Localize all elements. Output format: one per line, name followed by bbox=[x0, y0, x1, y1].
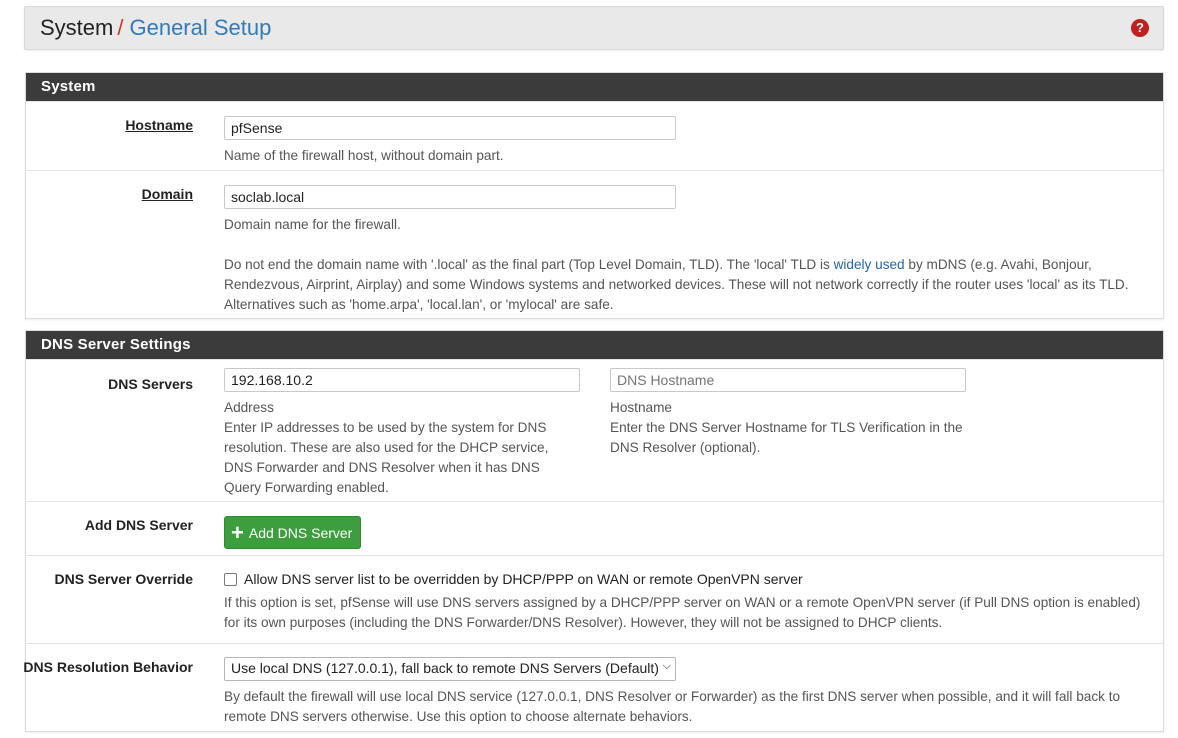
plus-icon: + bbox=[231, 519, 244, 545]
dns-override-help: If this option is set, pfSense will use … bbox=[224, 595, 1141, 630]
dns-hostname-input[interactable] bbox=[610, 368, 966, 392]
domain-input[interactable] bbox=[224, 185, 676, 209]
dns-panel: DNS Server Settings DNS Servers Address … bbox=[23, 330, 1164, 732]
dns-hostname-caption: Hostname bbox=[610, 400, 672, 415]
system-panel: System Hostname Name of the firewall hos… bbox=[25, 72, 1164, 319]
dns-address-column: Address Enter IP addresses to be used by… bbox=[224, 368, 580, 498]
dns-override-option: Allow DNS server list to be overridden b… bbox=[224, 571, 1155, 587]
breadcrumb: System / General Setup bbox=[40, 15, 271, 41]
dns-override-row: DNS Server Override Allow DNS server lis… bbox=[26, 555, 1163, 643]
hostname-input[interactable] bbox=[224, 116, 676, 140]
breadcrumb-separator: / bbox=[117, 15, 124, 40]
add-dns-row: Add DNS Server + Add DNS Server bbox=[26, 501, 1163, 555]
breadcrumb-root[interactable]: System bbox=[40, 15, 113, 40]
dns-override-checkbox-label[interactable]: Allow DNS server list to be overridden b… bbox=[244, 571, 803, 587]
dns-address-caption: Address bbox=[224, 400, 274, 415]
general-setup-page: System/General Setup ? System Hostname N… bbox=[0, 0, 1178, 738]
chevron-down-icon: ⌵ bbox=[662, 660, 671, 672]
add-dns-label: Add DNS Server bbox=[84, 517, 193, 533]
dns-hostname-help: Enter the DNS Server Hostname for TLS Ve… bbox=[610, 420, 963, 455]
dns-servers-label: DNS Servers bbox=[108, 376, 193, 392]
add-dns-server-button-label: Add DNS Server bbox=[248, 524, 353, 541]
hostname-help: Name of the firewall host, without domai… bbox=[224, 148, 504, 163]
dns-override-checkbox[interactable] bbox=[224, 572, 237, 586]
hostname-row: Hostname Name of the firewall host, with… bbox=[26, 101, 1163, 170]
system-panel-title: System bbox=[26, 73, 1163, 101]
domain-row: Domain Domain name for the firewall. Do … bbox=[26, 170, 1163, 318]
dns-address-input[interactable] bbox=[224, 368, 580, 392]
dns-resolution-row: DNS Resolution Behavior Use local DNS (1… bbox=[23, 643, 1163, 731]
breadcrumb-bar: System / General Setup ? bbox=[24, 6, 1164, 50]
add-dns-server-button[interactable]: + Add DNS Server bbox=[224, 516, 362, 549]
dns-resolution-selected: Use local DNS (127.0.0.1), fall back to … bbox=[231, 660, 659, 676]
domain-help: Domain name for the firewall. bbox=[224, 217, 401, 232]
dns-resolution-select[interactable]: Use local DNS (127.0.0.1), fall back to … bbox=[224, 657, 676, 681]
help-icon[interactable]: ? bbox=[1131, 19, 1149, 37]
breadcrumb-current[interactable]: General Setup bbox=[129, 15, 271, 40]
hostname-label[interactable]: Hostname bbox=[125, 117, 193, 133]
dns-resolution-help: By default the firewall will use local D… bbox=[224, 689, 1121, 724]
dns-address-help: Enter IP addresses to be used by the sys… bbox=[224, 420, 549, 495]
domain-note: Do not end the domain name with '.local'… bbox=[224, 255, 1155, 315]
dns-override-label: DNS Server Override bbox=[54, 571, 193, 587]
dns-servers-row: DNS Servers Address Enter IP addresses t… bbox=[26, 359, 1163, 501]
dns-hostname-column: Hostname Enter the DNS Server Hostname f… bbox=[610, 368, 966, 458]
dns-resolution-label: DNS Resolution Behavior bbox=[23, 659, 193, 675]
domain-label[interactable]: Domain bbox=[142, 186, 193, 202]
domain-note-text-1: Do not end the domain name with '.local'… bbox=[224, 257, 834, 272]
widely-used-link[interactable]: widely used bbox=[834, 257, 905, 272]
dns-panel-title: DNS Server Settings bbox=[26, 331, 1163, 359]
